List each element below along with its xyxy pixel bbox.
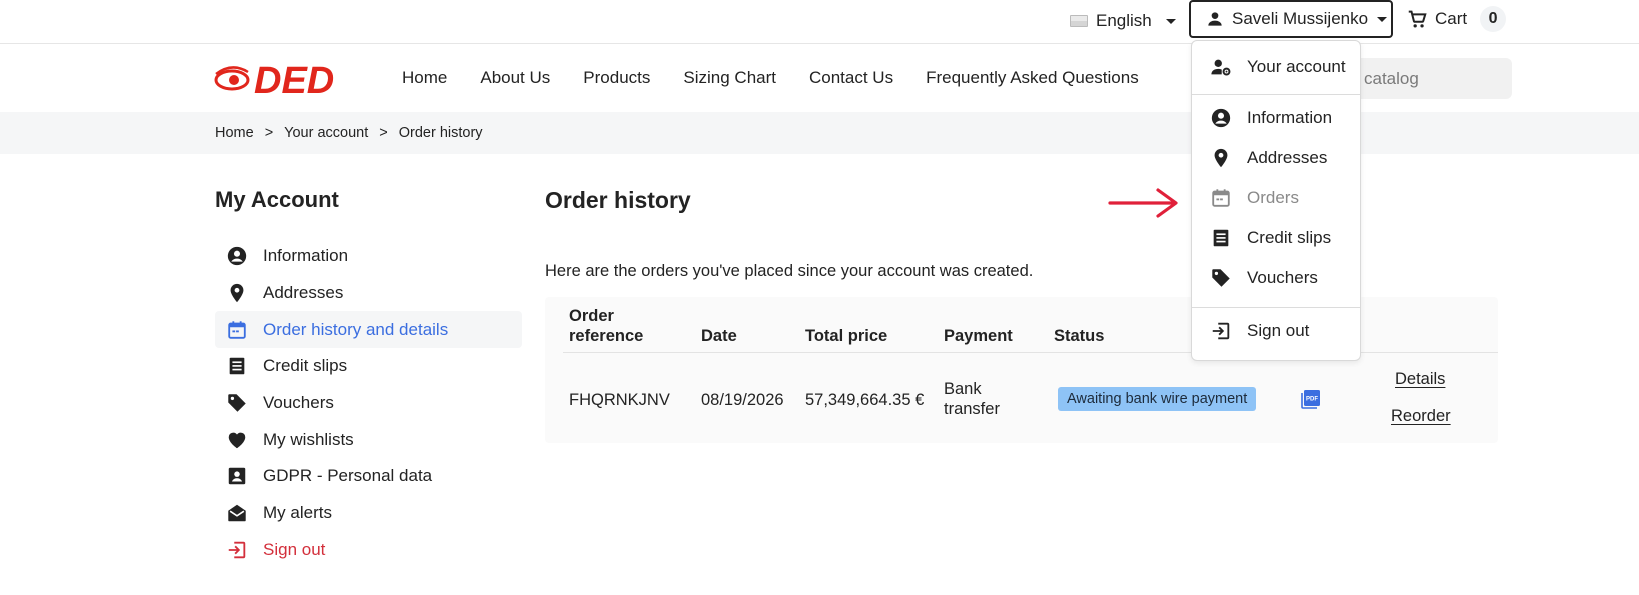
sidebar-item-addresses[interactable]: Addresses (215, 275, 522, 312)
dropdown-divider (1192, 94, 1360, 95)
intro-text: Here are the orders you've placed since … (545, 262, 1034, 280)
dropdown-item-label: Addresses (1247, 148, 1328, 167)
language-selector[interactable]: English (1070, 8, 1176, 34)
sidebar-item-label: Information (263, 246, 349, 266)
account-circle-icon (225, 244, 249, 268)
receipt-icon (1209, 226, 1233, 250)
dropdown-item-label: Vouchers (1247, 268, 1318, 287)
sidebar-item-order-history[interactable]: Order history and details (215, 311, 522, 349)
user-dropdown-menu: Your account Information Addresses Order… (1191, 40, 1361, 361)
dropdown-information[interactable]: Information (1192, 101, 1360, 135)
dropdown-item-label: Your account (1247, 57, 1346, 76)
header-payment: Payment (944, 327, 1013, 345)
cart-label: Cart (1435, 9, 1468, 28)
location-pin-icon (1209, 146, 1233, 170)
sidebar-item-label: Vouchers (263, 393, 334, 413)
open-envelope-icon (225, 501, 249, 525)
order-date: 08/19/2026 (701, 391, 784, 409)
pdf-icon[interactable]: PDF (1301, 389, 1321, 409)
dropdown-item-label: Information (1247, 108, 1333, 127)
dropdown-orders[interactable]: Orders (1192, 181, 1360, 215)
sidebar-item-label: GDPR - Personal data (263, 466, 433, 486)
site-header: DED Home About Us Products Sizing Chart … (0, 44, 1639, 112)
user-settings-icon (1209, 55, 1233, 79)
order-total: 57,349,664.35 € (805, 391, 925, 409)
sign-out-icon (225, 538, 249, 562)
sidebar-item-label: My alerts (263, 503, 332, 523)
sidebar-item-label: Addresses (263, 283, 344, 303)
nav-contact-us[interactable]: Contact Us (809, 68, 893, 88)
language-label: English (1096, 11, 1152, 30)
nav-sizing-chart[interactable]: Sizing Chart (683, 68, 776, 88)
sidebar-item-sign-out[interactable]: Sign out (215, 532, 522, 569)
sidebar-item-label: Order history and details (263, 319, 449, 339)
sidebar-item-label: Credit slips (263, 356, 348, 376)
page-title: Order history (545, 187, 691, 213)
details-link[interactable]: Details (1395, 370, 1445, 389)
heart-icon (225, 428, 249, 452)
dropdown-your-account[interactable]: Your account (1192, 50, 1360, 84)
nav-home[interactable]: Home (402, 68, 447, 88)
site-logo[interactable]: DED (214, 60, 380, 98)
header-total-price: Total price (805, 327, 888, 345)
sidebar-item-wishlists[interactable]: My wishlists (215, 421, 522, 458)
svg-text:PDF: PDF (1306, 397, 1318, 403)
order-reference: FHQRNKJNV (569, 391, 670, 409)
sidebar-item-label: My wishlists (263, 429, 354, 449)
user-icon (1208, 12, 1222, 26)
header-date: Date (701, 327, 737, 345)
red-arrow-annotation (1108, 188, 1178, 218)
cart-icon (1408, 10, 1427, 28)
cart-count-badge: 0 (1480, 6, 1507, 32)
account-circle-icon (1209, 106, 1233, 130)
top-bar: English Saveli Mussijenko Cart 0 (0, 0, 1639, 44)
main-nav: Home About Us Products Sizing Chart Cont… (402, 68, 1172, 88)
breadcrumb-your-account[interactable]: Your account (284, 125, 368, 141)
sidebar-item-credit-slips[interactable]: Credit slips (215, 348, 522, 385)
user-name: Saveli Mussijenko (1232, 9, 1369, 28)
chevron-down-icon (1165, 18, 1176, 24)
chevron-down-icon (1377, 16, 1388, 22)
sidebar-item-label: Sign out (263, 539, 326, 559)
tag-icon (225, 391, 249, 415)
contact-card-icon (225, 464, 249, 488)
dropdown-divider (1192, 307, 1360, 308)
sidebar-item-vouchers[interactable]: Vouchers (215, 385, 522, 422)
cart-link[interactable]: Cart 0 (1406, 6, 1507, 32)
nav-products[interactable]: Products (583, 68, 650, 88)
dropdown-addresses[interactable]: Addresses (1192, 141, 1360, 175)
calendar-icon (225, 318, 249, 342)
tag-icon (1209, 266, 1233, 290)
account-sidebar: Information Addresses Order history and … (215, 238, 522, 568)
nav-faq[interactable]: Frequently Asked Questions (926, 68, 1139, 88)
header-status: Status (1054, 327, 1105, 345)
dropdown-vouchers[interactable]: Vouchers (1192, 261, 1360, 295)
sign-out-icon (1209, 319, 1233, 343)
sidebar-item-information[interactable]: Information (215, 238, 522, 275)
receipt-icon (225, 354, 249, 378)
status-badge: Awaiting bank wire payment (1058, 387, 1257, 411)
sidebar-item-gdpr[interactable]: GDPR - Personal data (215, 458, 522, 495)
reorder-link[interactable]: Reorder (1391, 407, 1451, 426)
breadcrumb-separator: > (264, 125, 274, 141)
user-menu-button[interactable]: Saveli Mussijenko (1189, 0, 1393, 38)
dropdown-item-label: Sign out (1247, 321, 1310, 340)
order-payment: Bank transfer (944, 380, 1000, 418)
dropdown-item-label: Credit slips (1247, 228, 1332, 247)
flag-icon (1070, 15, 1088, 27)
nav-about-us[interactable]: About Us (480, 68, 550, 88)
calendar-icon (1209, 186, 1233, 210)
sidebar-title: My Account (215, 187, 339, 212)
location-pin-icon (225, 281, 249, 305)
header-order-reference: Order reference (569, 307, 644, 345)
breadcrumb-home[interactable]: Home (215, 125, 254, 141)
sidebar-item-alerts[interactable]: My alerts (215, 495, 522, 532)
dropdown-item-label: Orders (1247, 188, 1299, 207)
dropdown-credit-slips[interactable]: Credit slips (1192, 221, 1360, 255)
dropdown-sign-out[interactable]: Sign out (1192, 314, 1360, 348)
logo-text: DED (254, 60, 334, 98)
breadcrumb-separator: > (379, 125, 388, 141)
breadcrumb: Home > Your account > Order history (0, 112, 1639, 154)
breadcrumb-order-history: Order history (398, 125, 483, 141)
